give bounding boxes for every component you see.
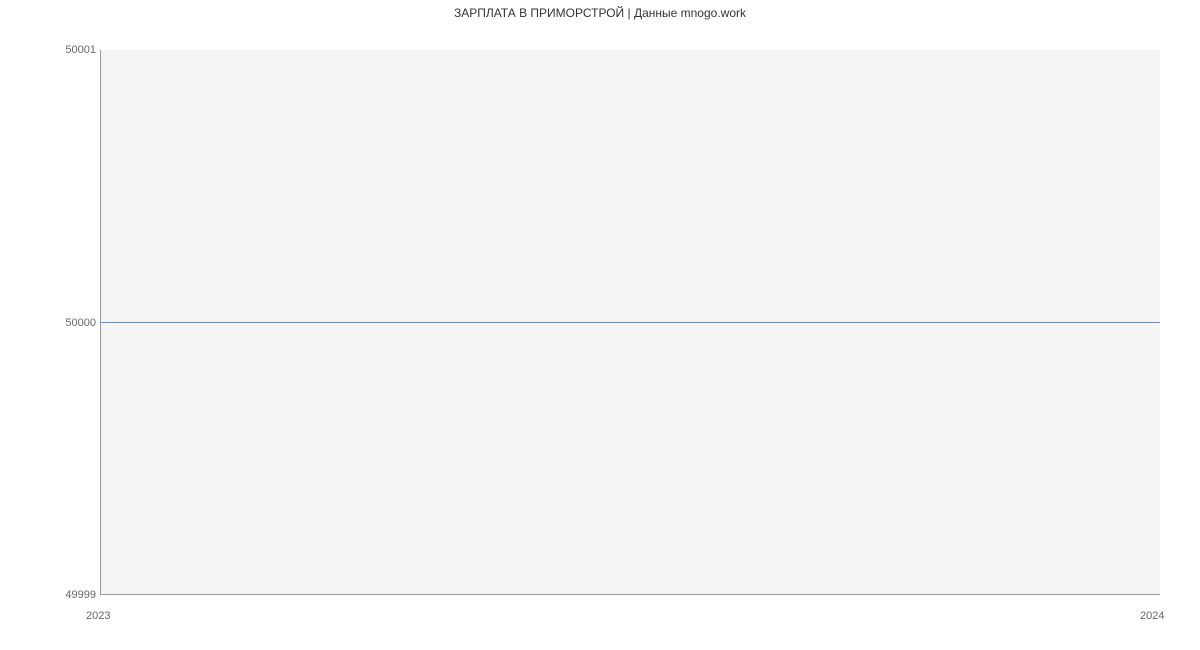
y-tick-label: 49999 (36, 589, 96, 601)
salary-chart: ЗАРПЛАТА В ПРИМОРСТРОЙ | Данные mnogo.wo… (0, 0, 1200, 650)
x-tick-label: 2024 (1140, 610, 1164, 622)
chart-title: ЗАРПЛАТА В ПРИМОРСТРОЙ | Данные mnogo.wo… (0, 6, 1200, 20)
plot-area (100, 50, 1160, 595)
y-tick-label: 50001 (36, 44, 96, 56)
y-tick-label: 50000 (36, 317, 96, 329)
data-line (101, 322, 1160, 323)
x-tick-label: 2023 (86, 610, 110, 622)
